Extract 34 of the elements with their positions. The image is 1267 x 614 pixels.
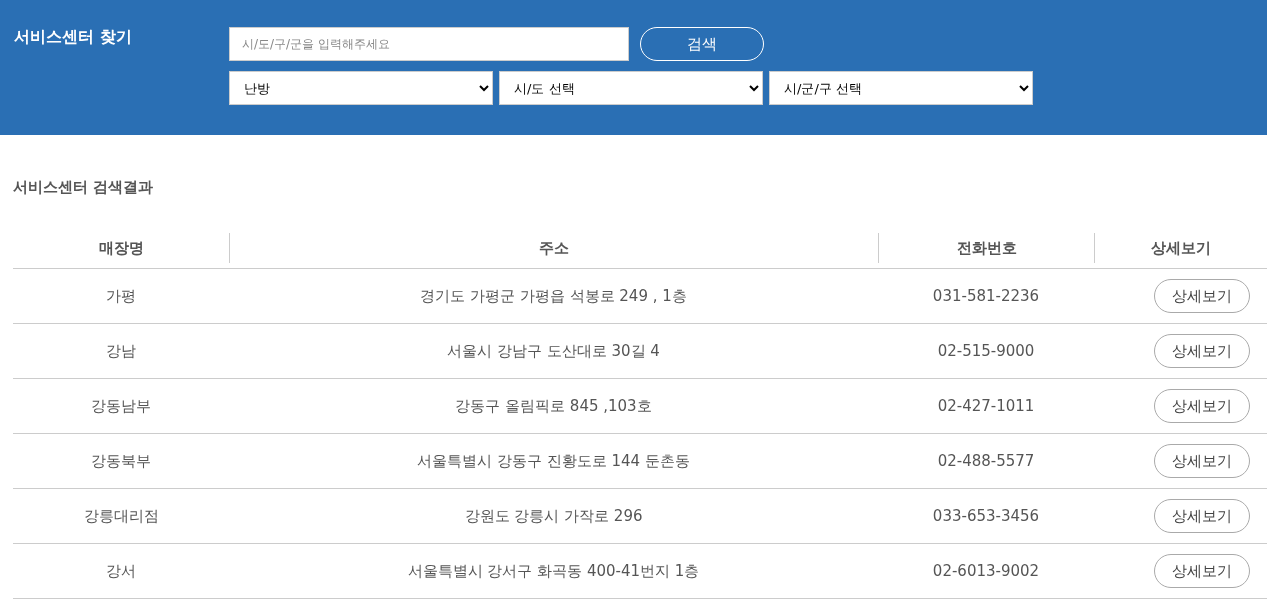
table-cell-text: 서울특별시 강동구 진황도로 144 둔촌동: [416, 451, 691, 471]
table-cell-text: 02-427-1011: [936, 397, 1036, 415]
table-cell-text: 강남: [105, 341, 137, 361]
region-select[interactable]: 시/군/구 선택: [769, 71, 1033, 105]
table-cell-text: 강릉대리점: [82, 506, 160, 526]
detail-button[interactable]: 상세보기: [1153, 444, 1250, 478]
detail-button[interactable]: 상세보기: [1153, 279, 1250, 313]
table-cell-text: 경기도 가평군 가평읍 석봉로 249 , 1층: [419, 286, 688, 306]
column-header: 매장명: [97, 237, 145, 259]
table-cell-text: 서울특별시 강서구 화곡동 400-41번지 1층: [406, 561, 701, 581]
region-select[interactable]: 난방: [229, 71, 493, 105]
column-header: 상세보기: [1094, 232, 1267, 263]
table-cell-text: 강동남부: [90, 396, 152, 416]
table-cell-text: 02-488-5577: [936, 452, 1036, 470]
table-cell-text: 02-6013-9002: [931, 562, 1041, 580]
search-field[interactable]: 시/도/구/군을 입력해주세요: [229, 27, 629, 61]
column-header: 주소: [229, 232, 878, 263]
table-cell-text: 강서: [105, 561, 137, 581]
detail-button[interactable]: 상세보기: [1153, 389, 1250, 423]
table-cell-text: 031-581-2236: [931, 287, 1041, 305]
detail-button[interactable]: 상세보기: [1153, 499, 1250, 533]
table-cell-text: 강동구 올림픽로 845 ,103호: [454, 396, 653, 416]
table-cell-text: 02-515-9000: [936, 342, 1036, 360]
detail-button[interactable]: 상세보기: [1153, 554, 1250, 588]
column-header: 전화번호: [878, 232, 1094, 263]
page-title: 서비스센터 찾기: [14, 27, 133, 48]
table-cell-text: 강원도 강릉시 가작로 296: [463, 506, 644, 526]
region-select[interactable]: 시/도 선택: [499, 71, 763, 105]
detail-button[interactable]: 상세보기: [1153, 334, 1250, 368]
table-cell-text: 가평: [105, 286, 137, 306]
table-cell-text: 강동북부: [90, 451, 152, 471]
table-cell-text: 서울시 강남구 도산대로 30길 4: [446, 341, 661, 361]
table-cell-text: 033-653-3456: [931, 507, 1041, 525]
results-title: 서비스센터 검색결과: [13, 178, 155, 197]
